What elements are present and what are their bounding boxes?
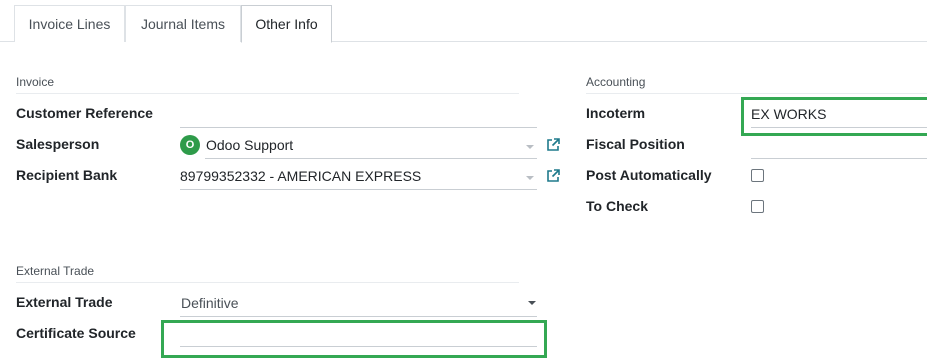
section-divider (16, 282, 519, 283)
post-automatically-checkbox[interactable] (751, 169, 764, 182)
section-title-invoice: Invoice (16, 75, 55, 89)
to-check-checkbox[interactable] (751, 200, 764, 213)
recipient-bank-label: Recipient Bank (16, 167, 118, 183)
salesperson-underline (205, 158, 537, 159)
certificate-source-label: Certificate Source (16, 325, 136, 341)
external-trade-underline (180, 316, 537, 317)
external-trade-select[interactable]: Definitive (181, 295, 239, 311)
salesperson-label: Salesperson (16, 136, 100, 152)
tab-invoice-lines[interactable]: Invoice Lines (14, 5, 125, 42)
certificate-source-highlight-box (161, 320, 547, 358)
customer-reference-label: Customer Reference (16, 105, 153, 121)
incoterm-label: Incoterm (586, 105, 646, 121)
notebook-tabs: Invoice Lines Journal Items Other Info (0, 0, 927, 43)
chevron-down-icon[interactable] (526, 145, 534, 149)
chevron-down-icon[interactable] (528, 301, 536, 305)
external-link-icon[interactable] (546, 138, 560, 152)
section-title-external-trade: External Trade (16, 264, 95, 278)
external-trade-label: External Trade (16, 294, 113, 310)
external-link-icon[interactable] (546, 169, 560, 183)
to-check-label: To Check (586, 198, 648, 214)
section-divider (16, 93, 519, 94)
fiscal-position-label: Fiscal Position (586, 136, 685, 152)
salesperson-select[interactable]: Odoo Support (206, 137, 293, 153)
section-title-accounting: Accounting (586, 75, 646, 89)
tab-other-info[interactable]: Other Info (241, 5, 332, 43)
customer-reference-underline (180, 127, 537, 128)
recipient-bank-underline (180, 189, 537, 190)
recipient-bank-select[interactable]: 89799352332 - AMERICAN EXPRESS (180, 168, 421, 184)
incoterm-highlight-box (741, 97, 927, 136)
fiscal-position-underline (751, 158, 927, 159)
chevron-down-icon[interactable] (526, 176, 534, 180)
section-divider (586, 93, 927, 94)
avatar: O (180, 135, 200, 155)
post-automatically-label: Post Automatically (586, 167, 712, 183)
tab-journal-items[interactable]: Journal Items (125, 5, 241, 42)
